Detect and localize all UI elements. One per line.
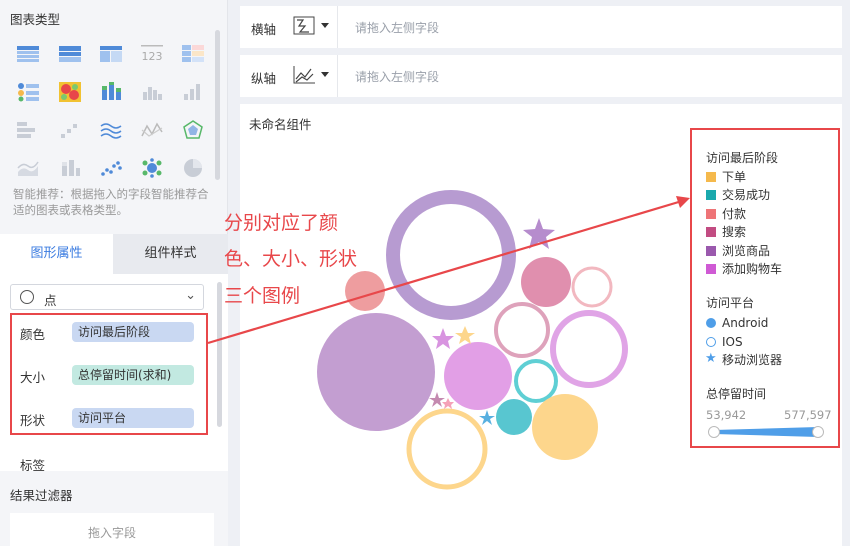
x-axis-label: 横轴 xyxy=(251,22,277,37)
legend-item-label: 下单 xyxy=(722,170,747,184)
legend-item-label: 浏览商品 xyxy=(722,244,771,258)
horizontal-bar-icon[interactable] xyxy=(17,120,39,140)
y-axis-drop-field[interactable]: 请拖入左侧字段 xyxy=(355,68,439,85)
result-filter-section: 结果过滤器 拖入字段 xyxy=(0,471,228,546)
stacked-bar-icon[interactable] xyxy=(59,158,81,178)
radar-icon[interactable] xyxy=(182,120,204,140)
table-icon[interactable] xyxy=(17,44,39,64)
star-mark xyxy=(523,218,555,249)
swatch-icon xyxy=(706,172,716,182)
star-icon: ★ xyxy=(705,351,717,366)
size-range-max: 577,597 xyxy=(784,408,832,422)
legend-item-label: 添加购物车 xyxy=(722,262,783,276)
chart-type-title: 图表类型 xyxy=(10,12,61,27)
star-mark xyxy=(432,328,454,349)
mark-type-value: 点 xyxy=(44,293,57,308)
bubble-mark xyxy=(317,313,435,431)
property-tabs: 图形属性 组件样式 xyxy=(0,234,228,274)
y-axis-icon[interactable] xyxy=(293,65,317,85)
bubble-mark xyxy=(386,190,516,320)
legend-item-label: 搜索 xyxy=(722,225,747,239)
chart-canvas: 未命名组件 访问最后阶段 下单 交易成功 付款 搜索 浏览商品 添加购物车 访问… xyxy=(240,104,842,546)
mark-type-select[interactable]: 点 ⌄ xyxy=(10,284,204,310)
bubble-mark xyxy=(345,271,385,311)
bubble-mark xyxy=(514,359,558,403)
bubble-mark xyxy=(496,399,532,435)
scatter-step-icon[interactable] xyxy=(59,120,81,140)
bubble-icon[interactable] xyxy=(141,158,163,178)
shape-legend-title: 访问平台 xyxy=(706,296,755,310)
bubble-mark xyxy=(550,310,628,388)
legend-item-label: IOS xyxy=(722,335,743,349)
bubble-mark xyxy=(532,394,598,460)
legend-item-label: Android xyxy=(722,316,769,330)
size-legend-title: 总停留时间 xyxy=(706,387,767,401)
colored-table-icon[interactable] xyxy=(182,44,204,64)
y-axis-label: 纵轴 xyxy=(251,71,277,86)
x-axis-drop-field[interactable]: 请拖入左侧字段 xyxy=(355,19,439,36)
pie-icon[interactable] xyxy=(182,158,204,178)
smart-recommend-hint: 智能推荐：根据拖入的字段智能推荐合适的图表或表格类型。 xyxy=(13,187,209,217)
star-mark xyxy=(455,326,475,344)
chevron-down-icon: ⌄ xyxy=(185,288,196,303)
legend-panel: 访问最后阶段 下单 交易成功 付款 搜索 浏览商品 添加购物车 访问平台 And… xyxy=(690,128,840,448)
bubble-mark xyxy=(494,302,550,358)
swatch-icon xyxy=(706,246,716,256)
swatch-icon xyxy=(706,264,716,274)
y-axis-divider xyxy=(337,55,338,97)
heatmap-icon[interactable] xyxy=(59,82,81,102)
tab-graph-properties[interactable]: 图形属性 xyxy=(0,234,113,274)
chart-types-scrollbar[interactable] xyxy=(215,30,220,180)
x-axis-bar: 横轴 请拖入左侧字段 xyxy=(240,6,842,48)
properties-scrollbar[interactable] xyxy=(217,282,222,427)
column-bar-icon[interactable] xyxy=(141,82,163,102)
hollow-circle-icon xyxy=(706,337,716,347)
swatch-icon xyxy=(706,190,716,200)
y-axis-bar: 纵轴 请拖入左侧字段 xyxy=(240,55,842,97)
legend-item-label: 付款 xyxy=(722,207,747,221)
result-filter-title: 结果过滤器 xyxy=(10,488,73,503)
left-panel: 图表类型 123 智能推荐：根据拖入的字段智能推荐合适的图表或表格类型。 图形属… xyxy=(0,0,228,546)
bubble-mark xyxy=(521,257,571,307)
bubble-mark xyxy=(444,342,512,410)
filter-drop-zone[interactable]: 拖入字段 xyxy=(10,513,214,546)
area-icon[interactable] xyxy=(17,158,39,178)
annotation-line-3: 三个图例 xyxy=(224,285,301,307)
bubble-mark xyxy=(571,266,613,308)
annotation-line-2: 色、大小、形状 xyxy=(224,248,358,270)
highlight-box-properties xyxy=(10,313,208,435)
circle-icon xyxy=(20,290,34,304)
scatter-icon[interactable] xyxy=(100,158,122,178)
y-axis-dropdown-icon[interactable] xyxy=(321,72,329,77)
swatch-icon xyxy=(706,227,716,237)
legend-item-label: 交易成功 xyxy=(722,188,771,202)
x-axis-divider xyxy=(337,6,338,48)
list-card-icon[interactable] xyxy=(17,82,39,102)
annotation-line-1: 分别对应了颜 xyxy=(224,212,339,234)
tab-component-style[interactable]: 组件样式 xyxy=(113,234,228,274)
multi-line-icon[interactable] xyxy=(100,120,122,140)
legend-item-label: 移动浏览器 xyxy=(722,353,783,367)
x-axis-icon[interactable] xyxy=(293,16,317,36)
stacked-column-icon[interactable] xyxy=(100,82,122,102)
x-axis-dropdown-icon[interactable] xyxy=(321,23,329,28)
star-mark xyxy=(479,410,495,425)
kpi-number-icon[interactable]: 123 xyxy=(141,44,163,64)
bubble-mark xyxy=(406,408,488,490)
star-mark xyxy=(429,392,445,407)
size-range-slider[interactable] xyxy=(708,425,824,439)
size-range-min: 53,942 xyxy=(706,408,747,422)
filled-circle-icon xyxy=(706,318,716,328)
line-icon[interactable] xyxy=(141,120,163,140)
bar-chart-icon[interactable] xyxy=(182,82,204,102)
color-legend-title: 访问最后阶段 xyxy=(706,151,779,165)
svg-text:123: 123 xyxy=(142,50,163,63)
star-mark xyxy=(442,398,454,409)
grouped-table-icon[interactable] xyxy=(100,44,122,64)
cross-table-icon[interactable] xyxy=(59,44,81,64)
swatch-icon xyxy=(706,209,716,219)
